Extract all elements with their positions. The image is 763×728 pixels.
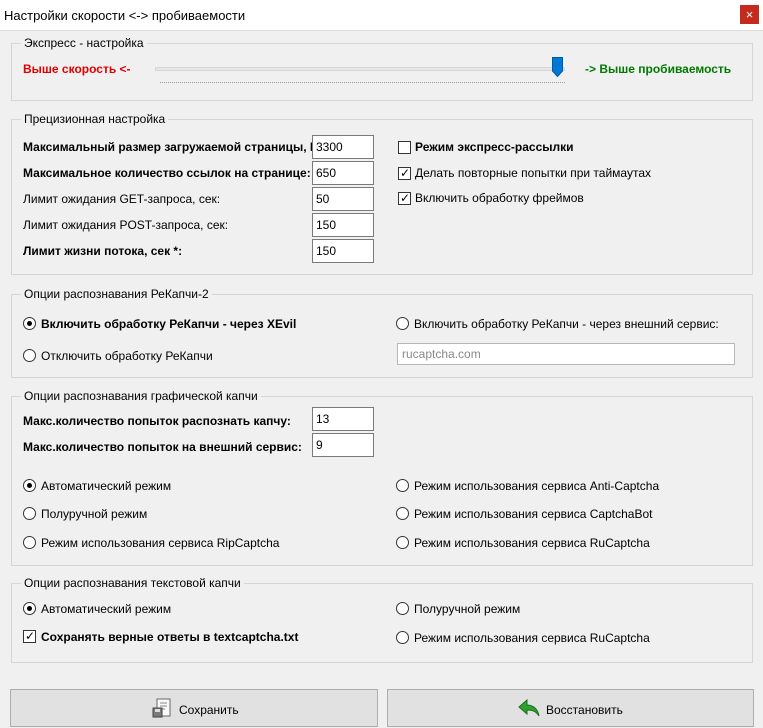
max-links-label: Максимальное количество ссылок на страни… [23, 166, 311, 180]
save-button[interactable]: Сохранить [10, 689, 378, 727]
recaptcha-service-input[interactable]: rucaptcha.com [397, 343, 735, 365]
get-timeout-label: Лимит ожидания GET-запроса, сек: [23, 192, 221, 206]
graphic-rucaptcha-radio[interactable] [396, 536, 409, 549]
graphic-auto-radio[interactable] [23, 479, 36, 492]
post-timeout-label: Лимит ожидания POST-запроса, сек: [23, 218, 229, 232]
express-group: Экспресс - настройка Выше скорость <- ->… [11, 36, 753, 101]
frames-checkbox[interactable]: ✓ [398, 191, 411, 205]
get-timeout-input[interactable]: 50 [312, 187, 374, 211]
recaptcha-disable-label: Отключить обработку РеКапчи [41, 349, 213, 363]
graphic-ripcaptcha-label: Режим использования сервиса RipCaptcha [41, 536, 280, 550]
close-icon: × [745, 7, 754, 22]
recaptcha-disable-radio[interactable] [23, 349, 36, 362]
text-captcha-group: Опции распознавания текстовой капчи Авто… [11, 576, 753, 663]
recognize-attempts-label: Макс.количество попыток распознать капчу… [23, 414, 291, 428]
precision-legend: Прецизионная настройка [21, 112, 169, 126]
graphic-anticaptcha-label: Режим использования сервиса Anti-Captcha [414, 479, 660, 493]
restore-button[interactable]: Восстановить [387, 689, 754, 727]
recognize-attempts-input[interactable]: 13 [312, 407, 374, 431]
graphic-legend: Опции распознавания графической капчи [21, 389, 261, 403]
express-mailing-checkbox[interactable] [398, 141, 411, 154]
graphic-captcha-group: Опции распознавания графической капчи Ма… [11, 389, 753, 566]
frames-label: Включить обработку фреймов [415, 191, 584, 205]
text-auto-radio[interactable] [23, 602, 36, 615]
recaptcha-external-label: Включить обработку РеКапчи - через внешн… [414, 317, 719, 331]
graphic-captchabot-label: Режим использования сервиса CaptchaBot [414, 507, 653, 521]
express-mailing-label: Режим экспресс-рассылки [415, 140, 574, 154]
check-icon: ✓ [400, 191, 411, 205]
graphic-anticaptcha-radio[interactable] [396, 479, 409, 492]
text-rucaptcha-radio[interactable] [396, 631, 409, 644]
slider-track[interactable] [155, 67, 565, 71]
graphic-auto-label: Автоматический режим [41, 479, 172, 493]
retry-timeouts-label: Делать повторные попытки при таймаутах [415, 166, 651, 180]
slider-thumb-icon [551, 57, 563, 78]
thread-life-input[interactable]: 150 [312, 239, 374, 263]
window-title: Настройки скорости <-> пробиваемости [4, 8, 246, 23]
save-answers-checkbox[interactable]: ✓ [23, 629, 36, 643]
thread-life-label: Лимит жизни потока, сек *: [23, 244, 183, 258]
post-timeout-input[interactable]: 150 [312, 213, 374, 237]
save-button-label: Сохранить [179, 703, 239, 717]
max-page-size-input[interactable]: 3300 [312, 135, 374, 159]
close-button[interactable]: × [740, 5, 759, 24]
graphic-semi-radio[interactable] [23, 507, 36, 520]
graphic-rucaptcha-label: Режим использования сервиса RuCaptcha [414, 536, 650, 550]
precision-group: Прецизионная настройка Максимальный разм… [11, 112, 753, 275]
graphic-ripcaptcha-radio[interactable] [23, 536, 36, 549]
undo-arrow-icon [518, 698, 540, 717]
save-icon [152, 698, 171, 718]
recaptcha-external-radio[interactable] [396, 317, 409, 330]
recaptcha-xevil-radio[interactable] [23, 317, 36, 330]
max-page-size-label: Максимальный размер загружаемой страницы… [23, 140, 329, 154]
penetration-label: -> Выше пробиваемость [585, 62, 732, 76]
text-legend: Опции распознавания текстовой капчи [21, 576, 244, 590]
external-attempts-input[interactable]: 9 [312, 433, 374, 457]
text-semi-label: Полуручной режим [414, 602, 521, 616]
recaptcha-group: Опции распознавания РеКапчи-2 Включить о… [11, 287, 753, 378]
max-links-input[interactable]: 650 [312, 161, 374, 185]
slider-ticks [160, 82, 565, 83]
express-legend: Экспресс - настройка [21, 36, 147, 50]
graphic-semi-label: Полуручной режим [41, 507, 148, 521]
text-rucaptcha-label: Режим использования сервиса RuCaptcha [414, 631, 650, 645]
check-icon: ✓ [400, 166, 411, 180]
retry-timeouts-checkbox[interactable]: ✓ [398, 166, 411, 180]
slider-thumb[interactable] [551, 57, 563, 78]
text-auto-label: Автоматический режим [41, 602, 172, 616]
check-icon: ✓ [25, 629, 36, 643]
save-answers-label: Сохранять верные ответы в textcaptcha.tx… [41, 630, 299, 644]
graphic-captchabot-radio[interactable] [396, 507, 409, 520]
text-semi-radio[interactable] [396, 602, 409, 615]
recaptcha-legend: Опции распознавания РеКапчи-2 [21, 287, 212, 301]
restore-button-label: Восстановить [546, 703, 623, 717]
recaptcha-xevil-label: Включить обработку РеКапчи - через XEvil [41, 317, 297, 331]
speed-label: Выше скорость <- [23, 62, 131, 76]
title-bar: Настройки скорости <-> пробиваемости × [0, 0, 763, 31]
external-attempts-label: Макс.количество попыток на внешний серви… [23, 440, 302, 454]
